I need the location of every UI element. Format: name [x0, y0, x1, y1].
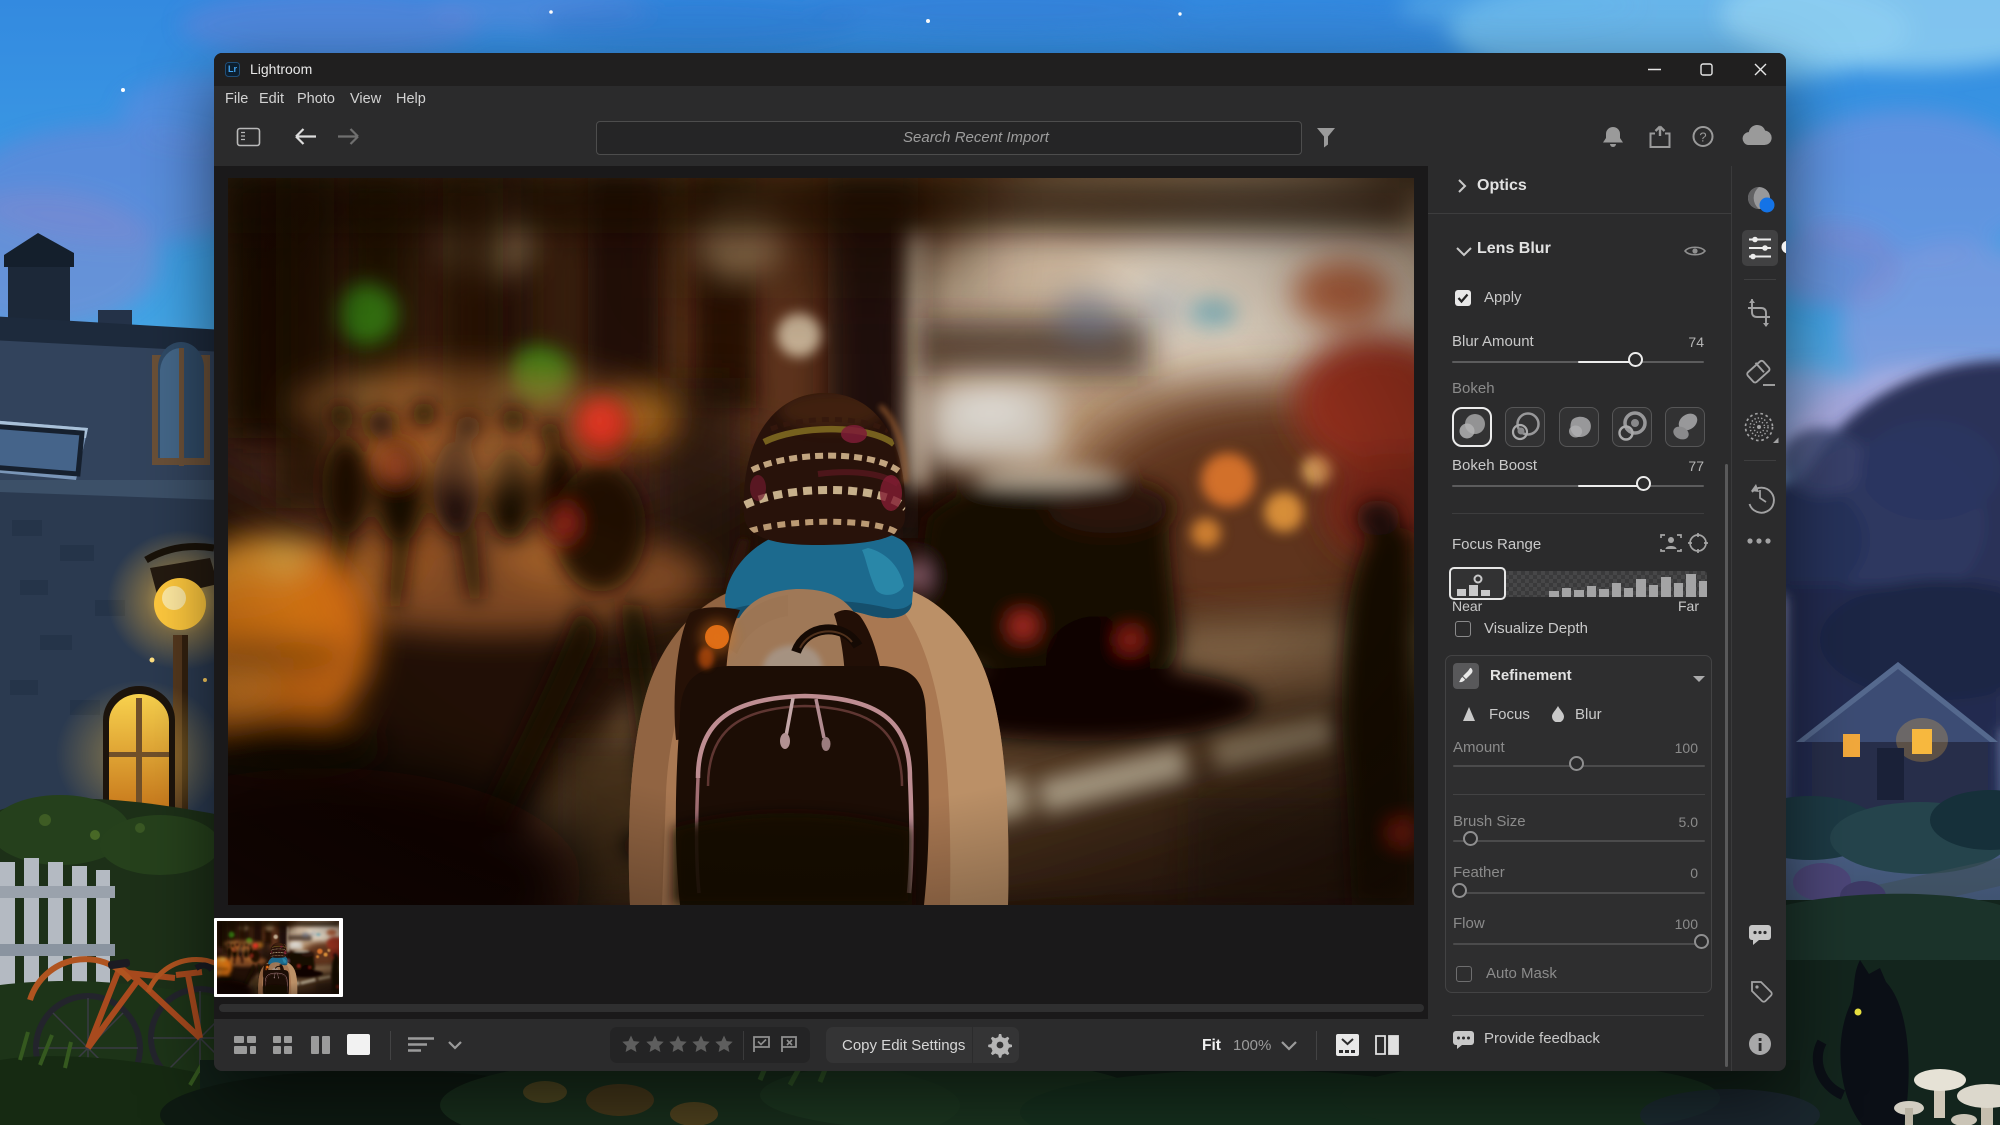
svg-text:Fit: Fit	[1202, 1037, 1221, 1054]
svg-text:100%: 100%	[1233, 1037, 1271, 1054]
svg-text:Copy Edit Settings: Copy Edit Settings	[842, 1037, 965, 1054]
svg-text:?: ?	[1699, 130, 1706, 145]
